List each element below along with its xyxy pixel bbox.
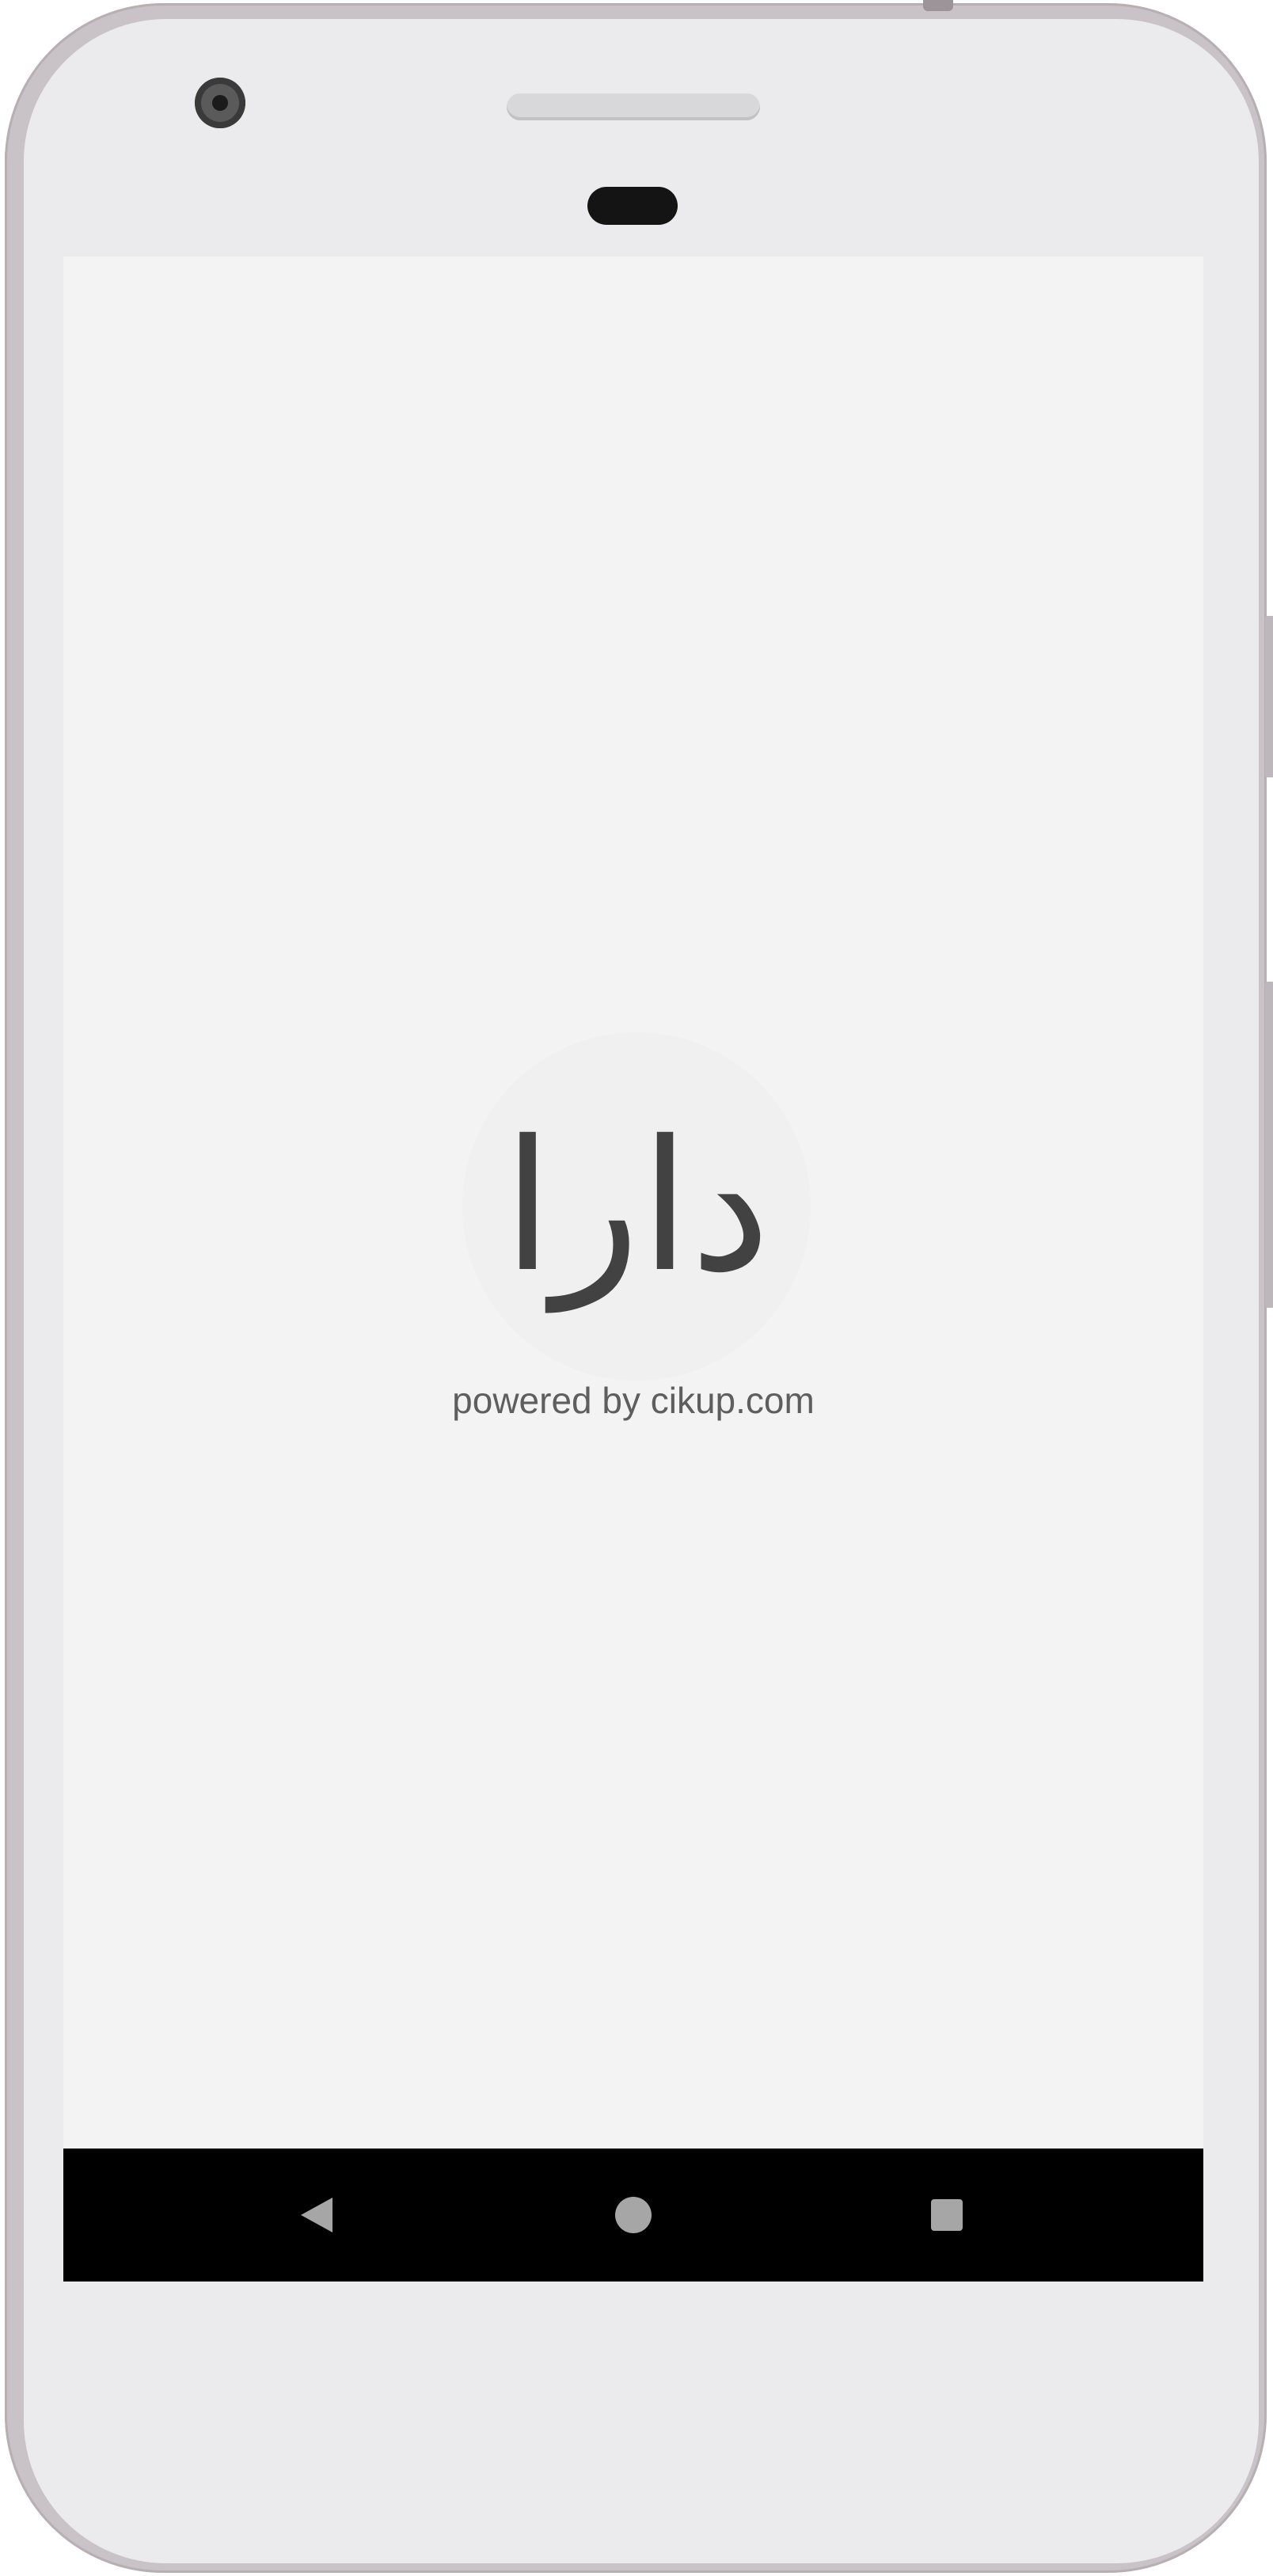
powered-by-caption: powered by cikup.com — [452, 1380, 815, 1421]
app-logo: دارا — [502, 1101, 771, 1312]
app-screen: دارا powered by cikup.com — [63, 256, 1203, 2149]
recent-apps-button[interactable] — [884, 2149, 1010, 2282]
home-icon — [615, 2197, 652, 2233]
splash-screen: دارا powered by cikup.com — [63, 256, 1203, 2149]
back-icon — [301, 2198, 332, 2232]
home-button[interactable] — [570, 2149, 697, 2282]
earpiece-speaker — [507, 93, 760, 120]
back-button[interactable] — [253, 2149, 380, 2282]
recent-apps-icon — [931, 2199, 963, 2231]
proximity-sensor — [587, 187, 678, 225]
system-navigation-bar — [63, 2149, 1203, 2282]
front-camera-icon — [195, 78, 245, 128]
